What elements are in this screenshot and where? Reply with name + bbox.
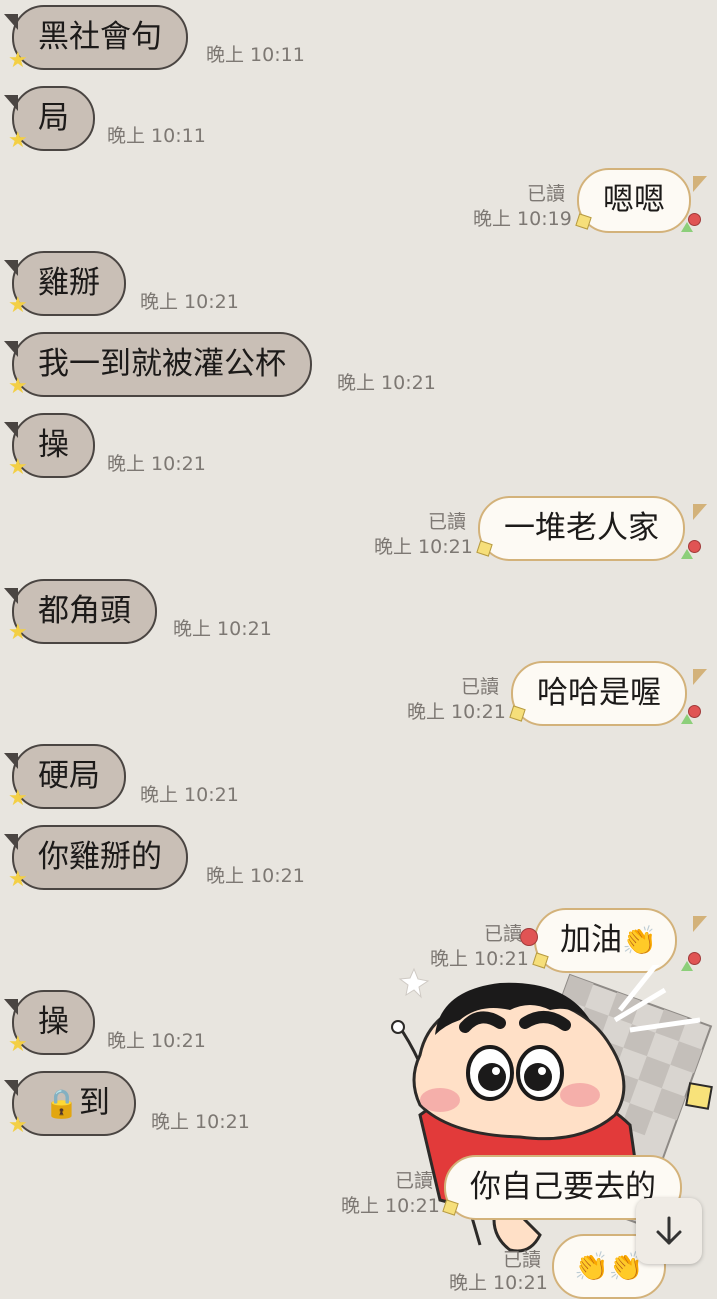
message-timestamp: 晚上 10:21 xyxy=(151,1111,250,1133)
message-bubble-incoming[interactable]: 都角頭 xyxy=(12,579,157,644)
clapping-hands-icon: 👏 xyxy=(622,924,657,957)
message-text: 到 xyxy=(78,1085,110,1121)
read-receipt: 已讀 xyxy=(526,183,565,205)
message-bubble-incoming[interactable]: 你雞掰的 xyxy=(12,825,188,890)
bubble-tail xyxy=(4,753,18,769)
star-icon: ★ xyxy=(8,374,28,399)
read-receipt: 已讀 xyxy=(427,511,466,533)
message-bubble-outgoing[interactable]: 加油👏 xyxy=(534,908,677,973)
message-bubble-outgoing[interactable]: 一堆老人家 xyxy=(478,496,685,561)
decoration-triangle xyxy=(681,714,693,724)
read-receipt: 已讀 xyxy=(460,676,499,698)
bubble-tail xyxy=(4,14,18,30)
arrow-down-icon xyxy=(656,1216,682,1245)
message-timestamp: 晚上 10:21 xyxy=(374,536,473,558)
message-timestamp: 晚上 10:21 xyxy=(140,291,239,313)
lock-icon: 🔒 xyxy=(44,1087,79,1120)
message-timestamp: 晚上 10:21 xyxy=(107,453,206,475)
decoration-triangle xyxy=(681,549,693,559)
message-timestamp: 晚上 10:21 xyxy=(173,618,272,640)
message-timestamp: 晚上 10:21 xyxy=(341,1195,440,1217)
scroll-to-bottom-button[interactable] xyxy=(636,1198,702,1264)
message-timestamp: 晚上 10:21 xyxy=(206,865,305,887)
star-icon: ★ xyxy=(8,128,28,153)
message-text: 加油 xyxy=(560,922,622,958)
bubble-tail xyxy=(693,504,707,520)
message-bubble-incoming[interactable]: 雞掰 xyxy=(12,251,126,316)
read-receipt: 已讀 xyxy=(394,1170,433,1192)
message-bubble-outgoing[interactable]: 哈哈是喔 xyxy=(511,661,687,726)
bubble-tail xyxy=(4,95,18,111)
message-timestamp: 晚上 10:21 xyxy=(107,1030,206,1052)
bubble-tail xyxy=(4,834,18,850)
star-icon: ★ xyxy=(8,48,28,73)
star-icon: ★ xyxy=(8,293,28,318)
clapping-hands-icon: 👏👏 xyxy=(574,1250,644,1283)
message-timestamp: 晚上 10:21 xyxy=(449,1272,548,1294)
star-icon: ★ xyxy=(8,786,28,811)
bubble-tail xyxy=(693,669,707,685)
bubble-tail xyxy=(693,916,707,932)
bubble-tail xyxy=(4,999,18,1015)
decoration-triangle xyxy=(681,222,693,232)
message-timestamp: 晚上 10:21 xyxy=(140,784,239,806)
decoration-square xyxy=(575,213,592,230)
bubble-tail xyxy=(4,588,18,604)
bubble-tail xyxy=(4,1080,18,1096)
bubble-tail xyxy=(4,341,18,357)
star-icon: ★ xyxy=(8,455,28,480)
star-icon: ★ xyxy=(8,867,28,892)
message-timestamp: 晚上 10:11 xyxy=(107,125,206,147)
message-timestamp: 晚上 10:19 xyxy=(473,208,572,230)
bubble-tail xyxy=(693,176,707,192)
star-icon: ★ xyxy=(8,1032,28,1057)
message-bubble-incoming[interactable]: 黑社會句 xyxy=(12,5,188,70)
message-timestamp: 晚上 10:21 xyxy=(407,701,506,723)
bubble-tail xyxy=(4,422,18,438)
message-bubble-incoming[interactable]: 我一到就被灌公杯 xyxy=(12,332,312,397)
star-icon: ★ xyxy=(8,620,28,645)
message-bubble-outgoing[interactable]: 嗯嗯 xyxy=(577,168,691,233)
message-bubble-incoming[interactable]: 🔒到 xyxy=(12,1071,136,1136)
star-icon: ★ xyxy=(8,1113,28,1138)
read-receipt: 已讀 xyxy=(483,923,522,945)
bubble-tail xyxy=(4,260,18,276)
message-timestamp: 晚上 10:11 xyxy=(206,44,305,66)
message-bubble-incoming[interactable]: 硬局 xyxy=(12,744,126,809)
message-timestamp: 晚上 10:21 xyxy=(337,372,436,394)
